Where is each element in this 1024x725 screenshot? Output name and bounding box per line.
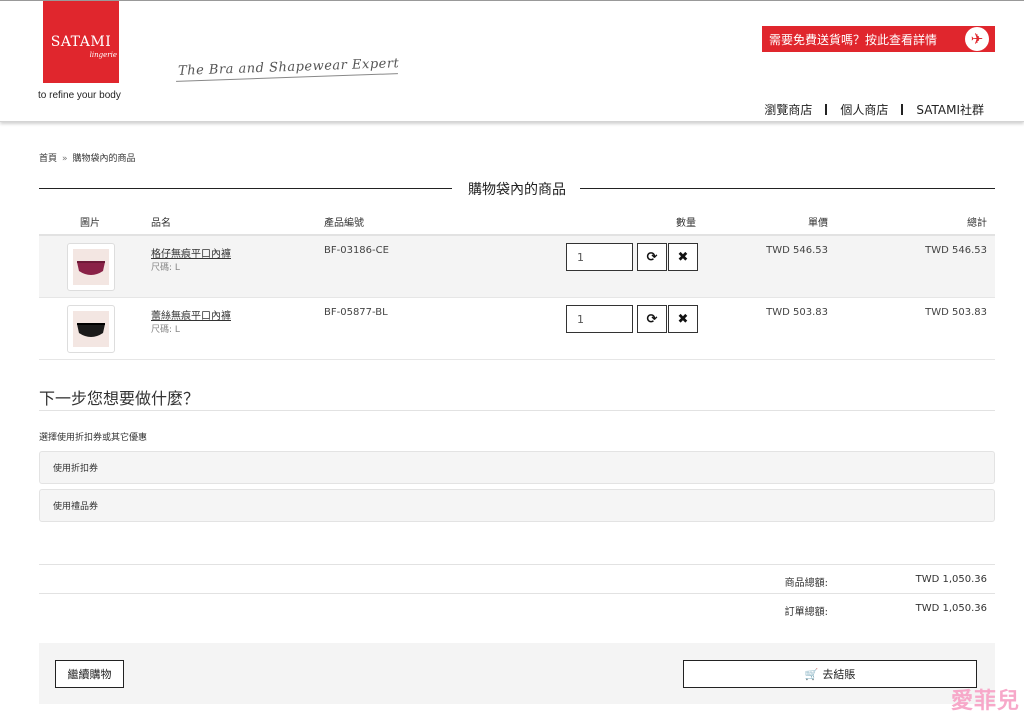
next-step-heading: 下一步您想要做什麼？ (39, 389, 200, 408)
close-icon: ✖ (677, 249, 689, 265)
line-total: TWD 546.53 (925, 245, 987, 256)
unit-price: TWD 546.53 (766, 245, 828, 256)
line-total: TWD 503.83 (925, 307, 987, 318)
quantity-input[interactable] (566, 243, 633, 271)
subtotal-label: 商品總額: (784, 578, 828, 589)
checkout-label: 去結賬 (822, 668, 856, 681)
product-size: 尺碼: L (151, 263, 180, 273)
product-thumbnail[interactable] (67, 243, 115, 291)
product-name-link[interactable]: 蕾絲無痕平口內褲 (151, 307, 231, 322)
column-header-image: 圖片 (80, 218, 100, 229)
product-code: BF-05877-BL (324, 307, 388, 318)
product-size: 尺碼: L (151, 325, 180, 335)
nav-divider (901, 104, 904, 115)
page-title: 購物袋內的商品 (468, 182, 566, 198)
breadcrumb-divider: » (62, 154, 68, 164)
site-header: SATAMI lingerie to refine your body The … (0, 0, 1024, 122)
quantity-input[interactable] (566, 305, 633, 333)
order-total-label: 訂單總額: (784, 607, 828, 618)
nav-browse-store[interactable]: 瀏覽商店 (764, 101, 812, 118)
satami-logo[interactable]: SATAMI lingerie (43, 1, 119, 83)
order-totals: 商品總額: TWD 1,050.36 訂單總額: TWD 1,050.36 (39, 564, 995, 622)
cart-row: 格仔無痕平口內褲 尺碼: L BF-03186-CE ⟳ ✖ TWD 546.5… (39, 236, 995, 298)
breadcrumb-current: 購物袋內的商品 (72, 154, 136, 164)
brand-tagline: to refine your body (38, 90, 121, 101)
refresh-icon: ⟳ (646, 311, 658, 327)
logo-subtext: lingerie (89, 51, 117, 59)
breadcrumb-home[interactable]: 首頁 (39, 154, 57, 164)
airplane-icon: ✈ (965, 27, 989, 51)
panty-image (73, 311, 109, 347)
column-header-name: 品名 (151, 218, 171, 229)
subtotal-amount: TWD 1,050.36 (915, 574, 987, 585)
column-header-unit-price: 單價 (808, 218, 828, 229)
promo-text: 需要免費送貨嗎？按此查看詳情 (769, 32, 938, 47)
title-rule-right (580, 188, 995, 189)
free-shipping-banner[interactable]: 需要免費送貨嗎？按此查看詳情 ✈ (762, 26, 995, 52)
use-coupon-label: 使用折扣券 (53, 464, 99, 474)
logo-wordmark: SATAMI (50, 34, 112, 50)
use-gift-voucher-panel[interactable]: 使用禮品券 (39, 489, 995, 522)
column-header-qty: 數量 (676, 218, 696, 229)
cart-icon: 🛒 (804, 667, 819, 681)
close-icon: ✖ (677, 311, 689, 327)
update-quantity-button[interactable]: ⟳ (637, 243, 667, 271)
continue-shopping-button[interactable]: 繼續購物 (55, 660, 124, 688)
column-header-total: 總計 (967, 218, 987, 229)
cart-table: 圖片 品名 產品編號 數量 單價 總計 格仔無痕平口內褲 尺碼: L BF-03… (39, 209, 995, 360)
product-name-link[interactable]: 格仔無痕平口內褲 (151, 245, 231, 260)
cart-table-header: 圖片 品名 產品編號 數量 單價 總計 (39, 209, 995, 236)
column-header-code: 產品編號 (324, 218, 364, 229)
subtotal-row: 商品總額: TWD 1,050.36 (39, 564, 995, 593)
product-code: BF-03186-CE (324, 245, 389, 256)
order-total-amount: TWD 1,050.36 (915, 603, 987, 614)
order-total-row: 訂單總額: TWD 1,050.36 (39, 593, 995, 622)
refresh-icon: ⟳ (646, 249, 658, 265)
use-coupon-panel[interactable]: 使用折扣券 (39, 451, 995, 484)
nav-community[interactable]: SATAMI社群 (916, 101, 984, 118)
nav-personal-store[interactable]: 個人商店 (840, 101, 888, 118)
panty-image (73, 249, 109, 285)
next-step-subtitle: 選擇使用折扣券或其它優惠 (39, 433, 148, 443)
next-step-divider (39, 410, 995, 411)
cart-row: 蕾絲無痕平口內褲 尺碼: L BF-05877-BL ⟳ ✖ TWD 503.8… (39, 298, 995, 360)
script-tagline: The Bra and Shapewear Expert (177, 56, 400, 79)
remove-item-button[interactable]: ✖ (668, 243, 698, 271)
header-top-border (0, 0, 1024, 1)
breadcrumb: 首頁 » 購物袋內的商品 (39, 151, 136, 164)
watermark: 愛菲兒 (950, 689, 1020, 714)
nav-divider (825, 104, 828, 115)
unit-price: TWD 503.83 (766, 307, 828, 318)
checkout-button[interactable]: 🛒 去結賬 (683, 660, 977, 688)
product-thumbnail[interactable] (67, 305, 115, 353)
remove-item-button[interactable]: ✖ (668, 305, 698, 333)
update-quantity-button[interactable]: ⟳ (637, 305, 667, 333)
top-navigation: 瀏覽商店 個人商店 SATAMI社群 (764, 101, 984, 118)
cart-action-bar: 繼續購物 🛒 去結賬 (39, 643, 995, 704)
use-gift-voucher-label: 使用禮品券 (53, 502, 99, 512)
cart-title-row: 購物袋內的商品 (39, 178, 995, 198)
